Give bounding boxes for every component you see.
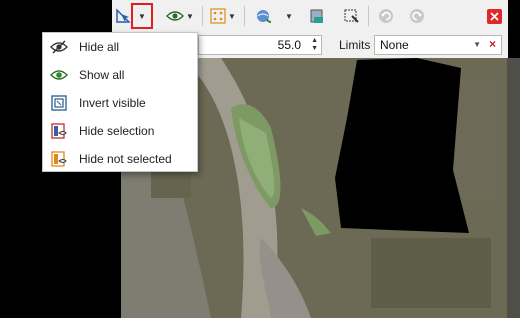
- select-point-button[interactable]: [340, 4, 362, 28]
- spinner-icon[interactable]: ▲ ▼: [311, 37, 318, 53]
- select-tool-icon[interactable]: [114, 4, 132, 28]
- close-icon: [486, 8, 502, 24]
- menu-item-invert-visible[interactable]: Invert visible: [43, 89, 197, 117]
- separator: [368, 6, 369, 26]
- visibility-menu: Hide all Show all Invert visible Hide se…: [42, 32, 198, 172]
- menu-item-show-all[interactable]: Show all: [43, 61, 197, 89]
- eye-icon: [50, 66, 68, 84]
- chevron-down-icon: ▼: [186, 11, 194, 21]
- number-input-value: 55.0: [277, 38, 301, 52]
- menu-item-label: Invert visible: [79, 96, 146, 110]
- redo-button[interactable]: [406, 4, 428, 28]
- menu-item-label: Hide not selected: [79, 152, 172, 166]
- chevron-down-icon: ▼: [285, 11, 293, 21]
- limits-select[interactable]: None ▼ ×: [374, 35, 502, 55]
- menu-item-label: Hide selection: [79, 124, 155, 138]
- eye-icon: [166, 11, 185, 21]
- invert-icon: [50, 94, 68, 112]
- undo-button[interactable]: [375, 4, 397, 28]
- globe-refresh-button[interactable]: [253, 4, 275, 28]
- grid-icon: [210, 8, 226, 24]
- menu-item-label: Hide all: [79, 40, 120, 54]
- menu-item-hide-not-selected[interactable]: Hide not selected: [43, 145, 197, 173]
- chevron-down-icon: ▼: [138, 11, 146, 21]
- globe-refresh-icon: [257, 10, 272, 23]
- clear-icon[interactable]: ×: [489, 37, 496, 51]
- chevron-down-icon[interactable]: ▼: [473, 40, 481, 49]
- grid-button[interactable]: ▼: [209, 4, 237, 28]
- menu-item-hide-selection[interactable]: Hide selection: [43, 117, 197, 145]
- menu-item-label: Show all: [79, 68, 125, 82]
- redo-icon: [410, 9, 424, 23]
- number-input[interactable]: 55.0 ▲ ▼: [198, 35, 322, 55]
- limits-select-value: None: [380, 38, 409, 52]
- separator: [202, 6, 203, 26]
- undo-icon: [379, 9, 393, 23]
- options-row: 55.0 ▲ ▼ Limits None ▼ ×: [198, 32, 508, 58]
- limits-label: Limits: [339, 38, 371, 52]
- hide-not-selected-icon: [50, 150, 68, 168]
- menu-item-hide-all[interactable]: Hide all: [43, 33, 197, 61]
- layer-button[interactable]: [306, 4, 328, 28]
- selection-dropdown-button[interactable]: ▼: [131, 3, 153, 29]
- visibility-button[interactable]: ▼: [166, 4, 194, 28]
- eye-slash-icon: [50, 38, 68, 56]
- globe-dropdown-button[interactable]: ▼: [282, 4, 296, 28]
- select-point-icon: [344, 9, 359, 23]
- layer-icon: [310, 9, 323, 23]
- toolbar: ▼ ▼ ▼ ▼: [112, 0, 508, 33]
- chevron-down-icon: ▼: [228, 11, 236, 21]
- hide-selection-icon: [50, 122, 68, 140]
- separator: [244, 6, 245, 26]
- map-edge: [507, 58, 520, 318]
- close-button[interactable]: [484, 4, 504, 28]
